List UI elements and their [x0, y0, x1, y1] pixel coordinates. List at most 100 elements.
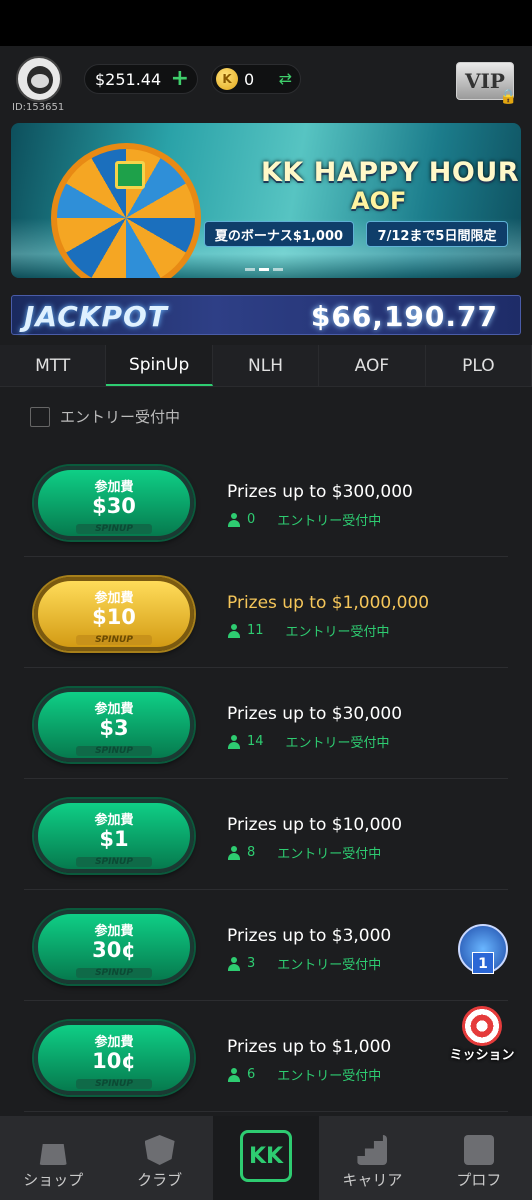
tab-aof[interactable]: AOF [319, 345, 426, 386]
player-count: 3 [247, 956, 256, 971]
list-item[interactable]: 参加費 $1 SPINUP Prizes up to $10,000 8 エント… [24, 779, 508, 890]
avatar[interactable] [16, 56, 62, 102]
add-funds-icon[interactable]: + [171, 68, 189, 90]
entry-meta: 14 エントリー受付中 [227, 732, 390, 751]
nav-home[interactable]: KK [212, 1116, 320, 1200]
user-icon [227, 956, 241, 971]
spinup-brand: SPINUP [76, 746, 152, 756]
prize-text: Prizes up to $30,000 [227, 704, 403, 724]
spinup-brand: SPINUP [76, 635, 152, 645]
spinup-brand: SPINUP [76, 1079, 152, 1089]
player-count: 0 [247, 512, 256, 527]
player-count: 11 [247, 623, 264, 638]
ranking-float-button[interactable]: 1 [452, 920, 514, 986]
promo-banner[interactable]: KK HAPPY HOUR AOF 夏のボーナス$1,000 7/12まで5日間… [11, 123, 521, 278]
banner-title: KK HAPPY HOUR [261, 157, 520, 188]
nav-career[interactable]: キャリア [319, 1116, 425, 1200]
buyin-chip[interactable]: 参加費 $10 SPINUP [34, 577, 194, 651]
user-id: ID:153651 [12, 102, 65, 113]
entry-status: エントリー受付中 [285, 736, 390, 751]
nav-shop[interactable]: ショップ [0, 1116, 106, 1200]
target-icon [462, 1006, 502, 1046]
nav-club[interactable]: クラブ [106, 1116, 212, 1200]
fee-label: 参加費 [94, 1035, 134, 1050]
status-bar [0, 0, 532, 46]
list-item[interactable]: 参加費 30¢ SPINUP Prizes up to $3,000 3 エント… [24, 890, 508, 1001]
carousel-dot[interactable] [245, 268, 255, 271]
balance-pill[interactable]: $251.44 + [84, 64, 198, 94]
person-icon [463, 1135, 494, 1165]
game-tabs: MTT SpinUp NLH AOF PLO [0, 345, 532, 387]
player-count: 8 [247, 845, 256, 860]
entry-status: エントリー受付中 [277, 958, 382, 973]
tab-plo[interactable]: PLO [425, 345, 532, 386]
entry-filter[interactable]: エントリー受付中 [30, 406, 180, 427]
buyin-chip[interactable]: 参加費 $30 SPINUP [34, 466, 194, 540]
banner-tag-period: 7/12まで5日間限定 [366, 221, 508, 247]
balance-amount: $251.44 [95, 69, 162, 89]
carousel-dot[interactable] [273, 268, 283, 271]
fee-amount: $3 [99, 716, 129, 740]
prize-text: Prizes up to $3,000 [227, 926, 392, 946]
coin-amount: 0 [244, 69, 255, 89]
nav-profile-label: プロフ [456, 1171, 502, 1189]
swap-icon[interactable]: ⇄ [279, 69, 292, 88]
tab-mtt[interactable]: MTT [0, 345, 107, 386]
list-item[interactable]: 参加費 $30 SPINUP Prizes up to $300,000 0 エ… [24, 446, 508, 557]
user-icon [227, 1067, 241, 1082]
jackpot-bar[interactable]: JACKPOT $66,190.77 [11, 295, 521, 335]
entry-status: エントリー受付中 [277, 847, 382, 862]
fee-amount: $1 [99, 827, 129, 851]
bottom-nav: ショップ クラブ KK キャリア プロフ [0, 1116, 532, 1200]
nav-club-label: クラブ [137, 1171, 183, 1189]
fee-label: 参加費 [94, 813, 134, 828]
entry-meta: 8 エントリー受付中 [227, 843, 381, 862]
user-icon [227, 512, 241, 527]
nav-profile[interactable]: プロフ [426, 1116, 532, 1200]
fee-amount: 10¢ [92, 1049, 136, 1073]
user-icon [227, 623, 241, 638]
mission-label: ミッション [449, 1048, 515, 1063]
gift-icon [115, 161, 145, 189]
buyin-chip[interactable]: 参加費 $3 SPINUP [34, 688, 194, 762]
buyin-chip[interactable]: 参加費 30¢ SPINUP [34, 910, 194, 984]
fee-label: 参加費 [94, 924, 134, 939]
entry-status: エントリー受付中 [285, 625, 390, 640]
entry-meta: 11 エントリー受付中 [227, 621, 390, 640]
coin-pill[interactable]: K 0 ⇄ [211, 64, 301, 94]
tab-nlh[interactable]: NLH [212, 345, 320, 386]
player-count: 14 [247, 734, 264, 749]
rank-number: 1 [472, 952, 494, 974]
jackpot-label: JACKPOT [24, 300, 168, 333]
user-icon [227, 845, 241, 860]
fee-amount: 30¢ [92, 938, 136, 962]
prize-text: Prizes up to $10,000 [227, 815, 403, 835]
spinup-list: 参加費 $30 SPINUP Prizes up to $300,000 0 エ… [24, 446, 508, 1112]
buyin-chip[interactable]: 参加費 10¢ SPINUP [34, 1021, 194, 1095]
buyin-chip[interactable]: 参加費 $1 SPINUP [34, 799, 194, 873]
prize-text: Prizes up to $1,000,000 [227, 593, 430, 613]
shopping-bag-icon [39, 1144, 67, 1165]
top-bar: ID:153651 $251.44 + K 0 ⇄ VIP 🔒 [0, 46, 532, 118]
list-item[interactable]: 参加費 $10 SPINUP Prizes up to $1,000,000 1… [24, 557, 508, 668]
vip-button[interactable]: VIP 🔒 [456, 62, 517, 105]
spinup-brand: SPINUP [76, 968, 152, 978]
spinup-brand: SPINUP [76, 857, 152, 867]
carousel-dots[interactable] [245, 268, 283, 271]
list-item[interactable]: 参加費 $3 SPINUP Prizes up to $30,000 14 エン… [24, 668, 508, 779]
shield-icon [144, 1135, 175, 1165]
lock-icon: 🔒 [499, 89, 517, 105]
entry-filter-checkbox[interactable] [30, 406, 50, 427]
tab-spinup[interactable]: SpinUp [106, 345, 213, 386]
jackpot-value: $66,190.77 [310, 300, 498, 333]
banner-tag-bonus: 夏のボーナス$1,000 [204, 221, 354, 247]
kk-logo-icon: KK [240, 1130, 293, 1182]
entry-filter-label: エントリー受付中 [60, 408, 181, 426]
fee-label: 参加費 [94, 591, 134, 606]
k-coin-icon: K [216, 68, 238, 90]
carousel-dot-active[interactable] [259, 268, 269, 271]
list-item[interactable]: 参加費 10¢ SPINUP Prizes up to $1,000 6 エント… [24, 1001, 508, 1112]
nav-career-label: キャリア [342, 1171, 403, 1189]
mission-float-button[interactable]: ミッション [446, 1002, 518, 1068]
nav-shop-label: ショップ [23, 1171, 84, 1189]
